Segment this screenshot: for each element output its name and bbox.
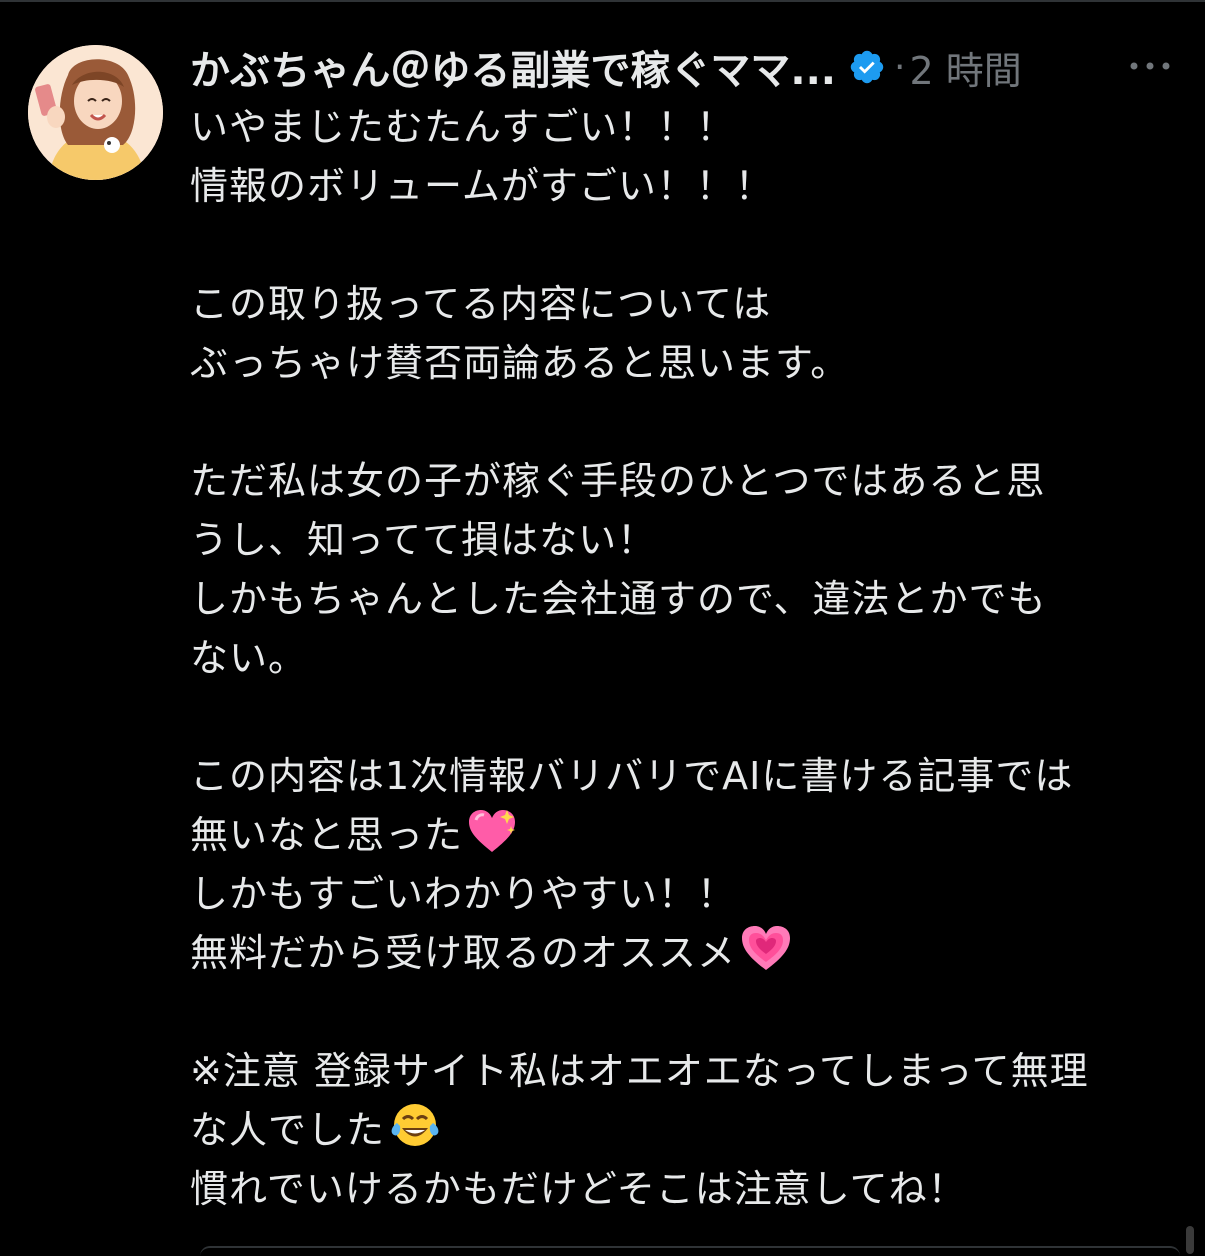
avatar-illustration-icon xyxy=(28,45,163,180)
post-text-segment: な人でした xyxy=(190,1108,386,1152)
post-text-line: うし、知ってて損はない！ xyxy=(190,518,657,562)
post-text-line: しかもちゃんとした会社通すので、違法とかでも xyxy=(190,577,1047,621)
post-text-segment: 無料だから受け取るのオススメ xyxy=(190,931,737,975)
post[interactable]: かぶちゃん＠ゆる副業で稼ぐママ... · 2 時間 いやまじたむたんすごい！！！… xyxy=(0,0,1205,1254)
author-display-name[interactable]: かぶちゃん＠ゆる副業で稼ぐママ... xyxy=(190,38,836,96)
post-timestamp[interactable]: 2 時間 xyxy=(909,40,1021,95)
pink-heart-emoji xyxy=(740,924,792,989)
more-dots-icon[interactable] xyxy=(1128,52,1172,80)
sparkling-heart-emoji xyxy=(467,808,517,871)
post-text-line: この内容は1次情報バリバリでAIに書ける記事では xyxy=(190,754,1074,798)
post-text-line: 慣れでいけるかもだけどそこは注意してね！ xyxy=(190,1167,967,1211)
post-text-segment: 無いなと思った xyxy=(190,813,464,857)
post-text-line: ない。 xyxy=(190,636,308,680)
post-text-line: いやまじたむたんすごい！！！ xyxy=(190,105,736,149)
post-text-line-with-emoji: 無料だから受け取るのオススメ xyxy=(190,924,1190,983)
post-text-line: この取り扱ってる内容については xyxy=(190,282,772,326)
header-separator: · xyxy=(894,46,906,88)
scrollbar-thumb[interactable] xyxy=(1186,1226,1194,1254)
post-text-line-with-emoji: 無いなと思った xyxy=(190,806,1190,865)
next-item-edge xyxy=(200,1246,1180,1256)
author-avatar[interactable] xyxy=(28,45,163,180)
post-text-line: ※注意 登録サイト私はオエオエなってしまって無理 xyxy=(190,1049,1089,1093)
post-text-line: ぶっちゃけ賛否両論あると思います。 xyxy=(190,341,850,385)
post-body: いやまじたむたんすごい！！！ 情報のボリュームがすごい！！！ この取り扱ってる内… xyxy=(190,98,1190,1219)
post-text-line: しかもすごいわかりやすい！！ xyxy=(190,872,737,916)
tears-of-joy-emoji xyxy=(389,1101,441,1166)
post-text-line-with-emoji: な人でした xyxy=(190,1101,1190,1160)
post-text-line: 情報のボリュームがすごい！！！ xyxy=(190,164,774,208)
post-header: かぶちゃん＠ゆる副業で稼ぐママ... · 2 時間 xyxy=(190,38,1022,96)
post-text-line: ただ私は女の子が稼ぐ手段のひとつではあると思 xyxy=(190,459,1046,503)
verified-badge-icon xyxy=(848,48,886,86)
